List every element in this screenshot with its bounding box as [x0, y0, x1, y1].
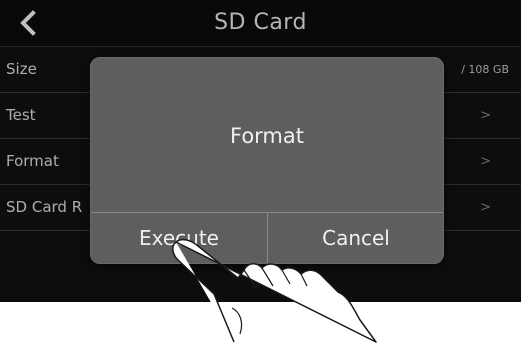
format-dialog: Format Execute Cancel — [90, 57, 444, 264]
pointing-hand-icon — [172, 238, 377, 343]
dialog-title: Format — [229, 124, 304, 148]
